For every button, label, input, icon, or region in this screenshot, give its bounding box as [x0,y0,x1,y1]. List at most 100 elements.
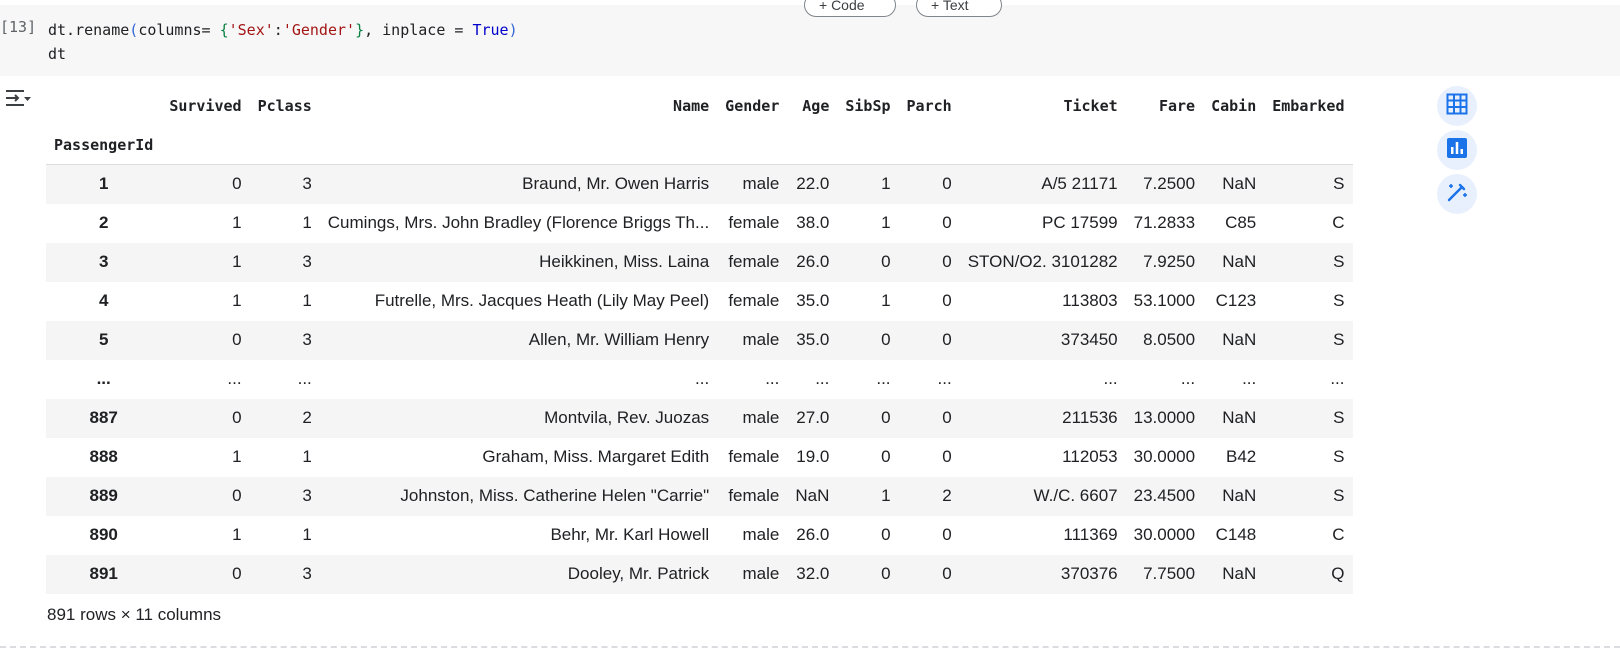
dataframe-output: Survived Pclass Name Gender Age SibSp Pa… [46,86,1353,594]
table-cell: 22.0 [796,174,830,194]
table-cell: 0 [942,252,952,271]
code-token: 'Gender' [282,21,356,39]
column-header-cabin: Cabin [1211,97,1257,115]
magic-wand-icon [1445,180,1469,209]
table-cell: 2 [302,408,312,427]
table-cell: female [728,486,780,505]
row-index: 888 [89,447,118,466]
code-token: 'Sex' [228,21,274,39]
table-cell: 7.7500 [1143,564,1196,583]
table-cell: Montvila, Rev. Juozas [544,408,710,427]
table-cell: ... [1103,369,1118,388]
table-cell: ... [765,369,780,388]
code-token: dt.rename [48,21,130,39]
table-cell: NaN [1222,252,1257,271]
table-row: 890 1 1 Behr, Mr. Karl Howell male 26.0 0 0 1113… [46,515,1353,555]
table-cell: NaN [1222,174,1257,194]
table-cell: C [1332,525,1345,544]
table-cell: ... [695,369,710,388]
output-toggle-icon[interactable] [4,86,32,112]
table-cell: Braund, Mr. Owen Harris [522,174,710,194]
code-token: } [355,21,365,39]
table-cell: 1 [232,213,242,232]
table-cell: Johnston, Miss. Catherine Helen "Carrie" [400,486,710,505]
table-cell: 0 [232,564,242,583]
column-header-gender: Gender [725,97,780,115]
table-cell: 0 [232,486,242,505]
table-view-button[interactable] [1437,86,1477,126]
table-cell: 111369 [1063,525,1118,544]
table-cell: 35.0 [796,291,830,310]
column-header-ticket: Ticket [1063,97,1118,115]
table-cell: 1 [232,447,242,466]
chart-suggestion-button[interactable] [1437,130,1477,170]
table-cell: C85 [1225,213,1257,232]
code-editor[interactable]: dt.rename(columns= {'Sex':'Gender'}, inp… [48,18,518,66]
table-cell: 38.0 [796,213,830,232]
table-cell: 1 [232,525,242,544]
table-cell: 2 [942,486,952,505]
table-cell: 3 [302,330,312,349]
table-cell: Futrelle, Mrs. Jacques Heath (Lily May P… [374,291,710,310]
code-token: { [219,21,229,39]
index-name: PassengerId [54,136,154,154]
table-cell: 0 [881,564,891,583]
table-cell: ... [876,369,891,388]
magic-edit-button[interactable] [1437,174,1477,214]
table-row: 889 0 3 Johnston, Miss. Catherine Helen "Ca… [46,476,1353,516]
dataframe-table: Survived Pclass Name Gender Age SibSp Pa… [46,86,1353,594]
table-cell: female [728,252,780,271]
table-cell: 373450 [1060,330,1118,349]
table-cell: 0 [232,408,242,427]
table-cell: 3 [302,564,312,583]
row-index: 889 [89,486,118,505]
table-cell: 26.0 [796,252,830,271]
table-row: 4 1 1 Futrelle, Mrs. Jacques Heath (Lily Ma… [46,281,1353,321]
table-cell: 19.0 [796,447,830,466]
table-cell: ... [1242,369,1257,388]
table-cell: 27.0 [796,408,830,427]
table-cell: ... [937,369,952,388]
table-cell: ... [297,369,312,388]
table-cell: 0 [232,174,242,194]
table-cell: 0 [942,447,952,466]
table-cell: NaN [1222,564,1257,583]
table-cell: 0 [942,213,952,232]
table-cell: 1 [881,174,891,194]
table-row: .................................... [46,359,1353,399]
table-cell: 113803 [1062,291,1118,310]
table-cell: 112053 [1062,447,1118,466]
table-cell: W./C. 6607 [1033,486,1118,505]
table-cell: 0 [881,252,891,271]
dataframe-shape-text: 891 rows × 11 columns [47,605,222,624]
table-cell: NaN [795,486,830,505]
code-token: ) [508,21,518,39]
table-cell: 71.2833 [1133,213,1196,232]
row-index: 891 [89,564,118,583]
table-row: 887 0 2 Montvila, Rev. Juozas male 27.0 0 0 2115… [46,398,1353,438]
add-code-button[interactable]: + Code [804,0,896,17]
column-header-name: Name [673,97,710,115]
table-cell: NaN [1222,330,1257,349]
table-cell: 1 [881,213,891,232]
table-cell: ... [227,369,242,388]
table-cell: female [728,291,780,310]
code-token: , inplace = [364,21,473,39]
table-cell: female [728,447,780,466]
table-cell: 1 [302,291,312,310]
table-cell: NaN [1222,408,1257,427]
table-cell: ... [1180,369,1196,388]
code-cell[interactable]: [13] dt.rename(columns= {'Sex':'Gender'}… [0,0,1620,76]
table-cell: C [1332,213,1345,232]
table-cell: STON/O2. 3101282 [967,252,1118,271]
table-cell: male [742,564,780,583]
table-cell: 370376 [1060,564,1118,583]
table-cell: 13.0000 [1133,408,1196,427]
table-cell: 0 [942,408,952,427]
code-token: : [273,21,283,39]
table-cell: S [1333,174,1345,194]
add-text-button[interactable]: + Text [916,0,1002,17]
table-cell: 3 [302,486,312,505]
table-cell: 30.0000 [1133,525,1196,544]
table-cell: NaN [1222,486,1257,505]
